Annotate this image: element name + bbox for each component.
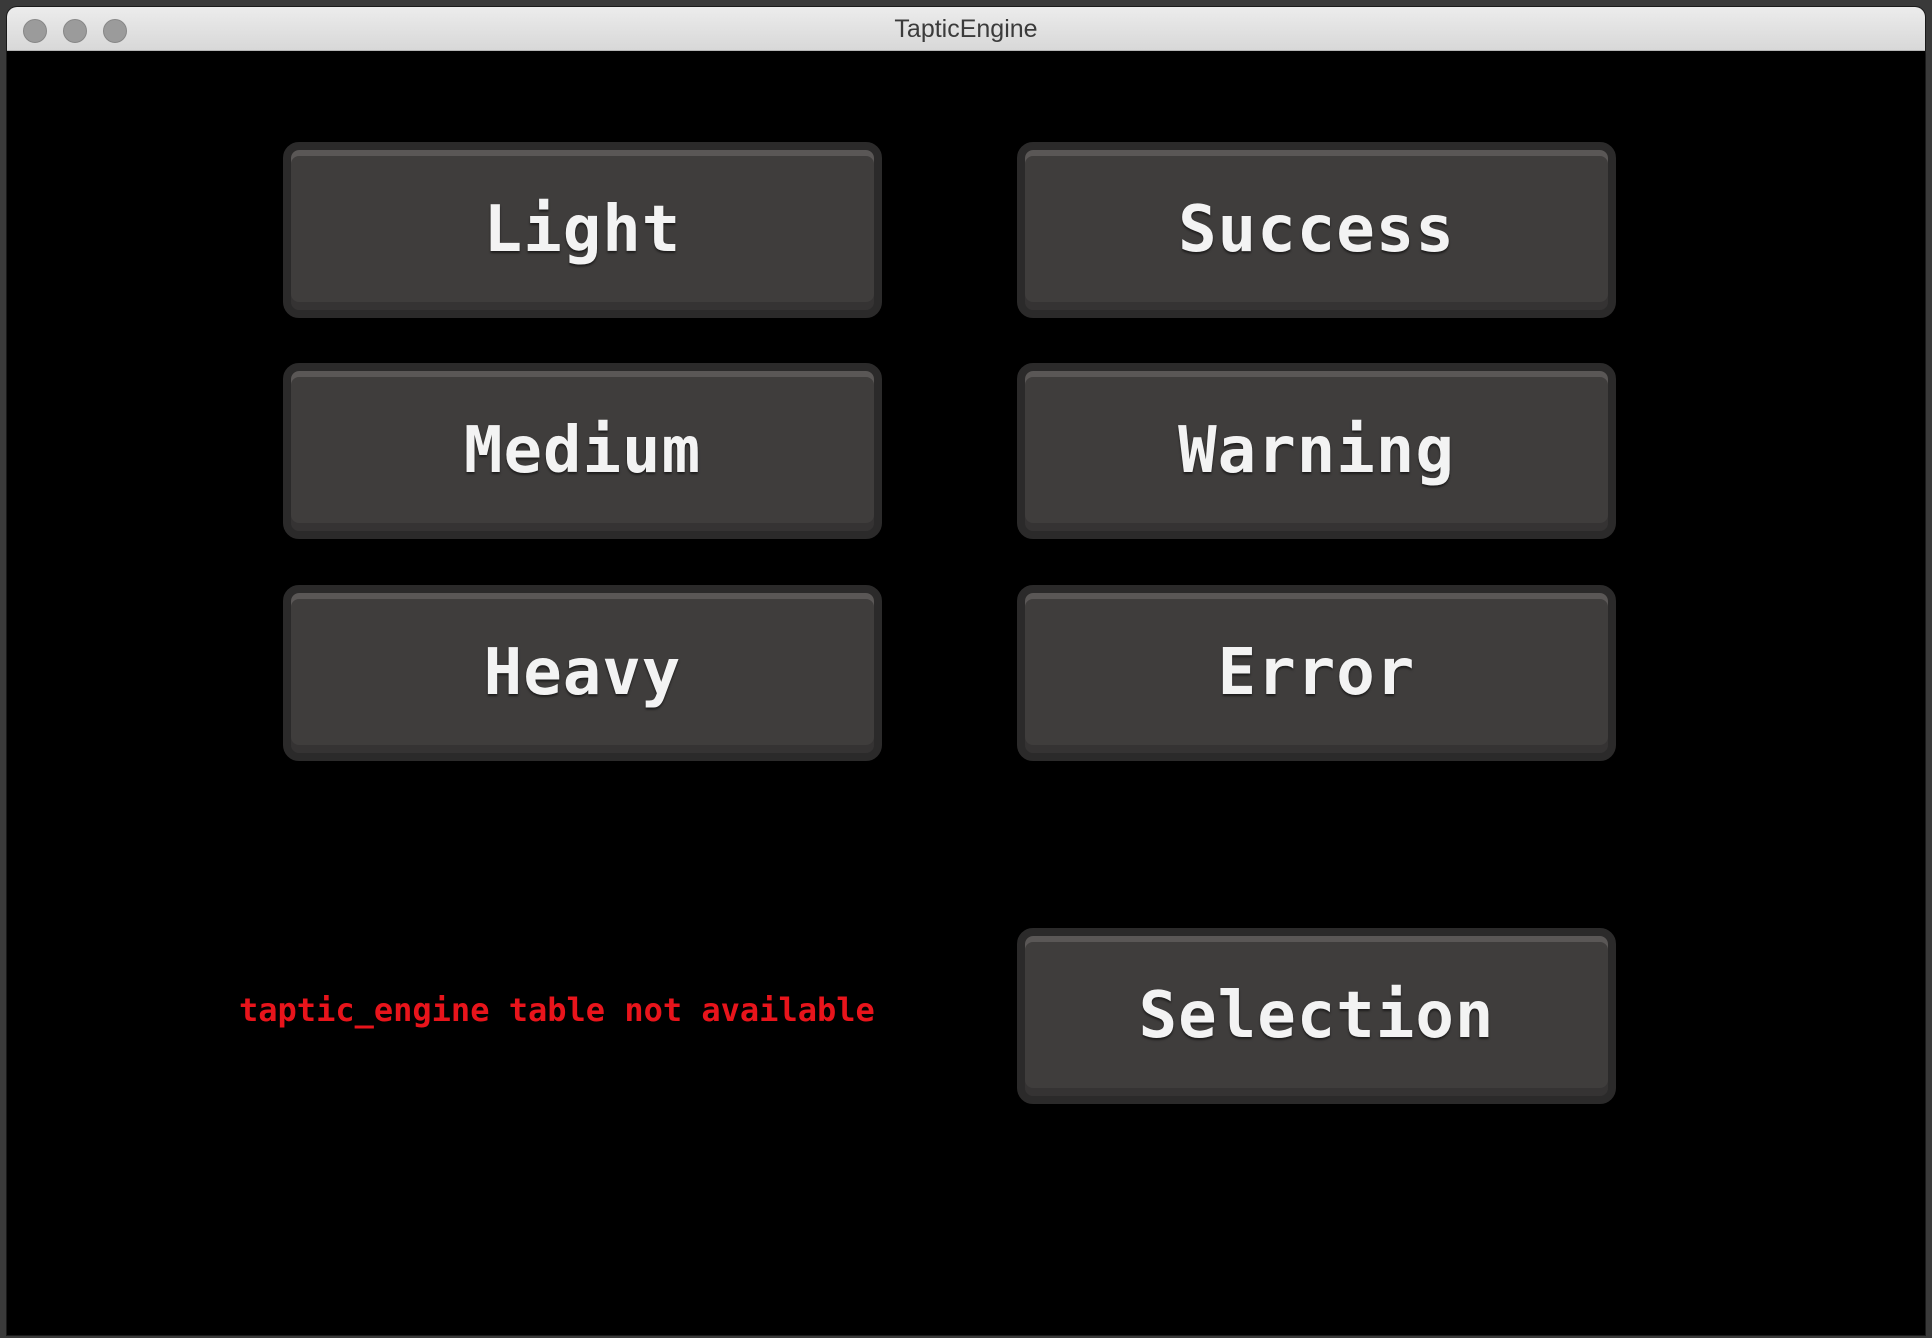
heavy-impact-button-label: Heavy bbox=[483, 636, 682, 710]
heavy-impact-button[interactable]: Heavy bbox=[283, 585, 882, 761]
light-impact-button-label: Light bbox=[483, 193, 682, 267]
selection-button[interactable]: Selection bbox=[1017, 928, 1616, 1104]
success-notification-button-label: Success bbox=[1178, 193, 1455, 267]
error-notification-button[interactable]: Error bbox=[1017, 585, 1616, 761]
app-window: TapticEngine Light Medium Heavy Success … bbox=[7, 7, 1925, 1335]
warning-notification-button[interactable]: Warning bbox=[1017, 363, 1616, 539]
success-notification-button[interactable]: Success bbox=[1017, 142, 1616, 318]
error-notification-button-label: Error bbox=[1217, 636, 1416, 710]
light-impact-button[interactable]: Light bbox=[283, 142, 882, 318]
warning-notification-button-label: Warning bbox=[1178, 414, 1455, 488]
selection-button-label: Selection bbox=[1138, 979, 1495, 1053]
window-title: TapticEngine bbox=[894, 15, 1038, 43]
title-bar[interactable]: TapticEngine bbox=[7, 7, 1925, 51]
status-message: taptic_engine table not available bbox=[239, 991, 875, 1029]
medium-impact-button-label: Medium bbox=[463, 414, 702, 488]
game-canvas: Light Medium Heavy Success Warning Error… bbox=[7, 51, 1925, 1335]
medium-impact-button[interactable]: Medium bbox=[283, 363, 882, 539]
